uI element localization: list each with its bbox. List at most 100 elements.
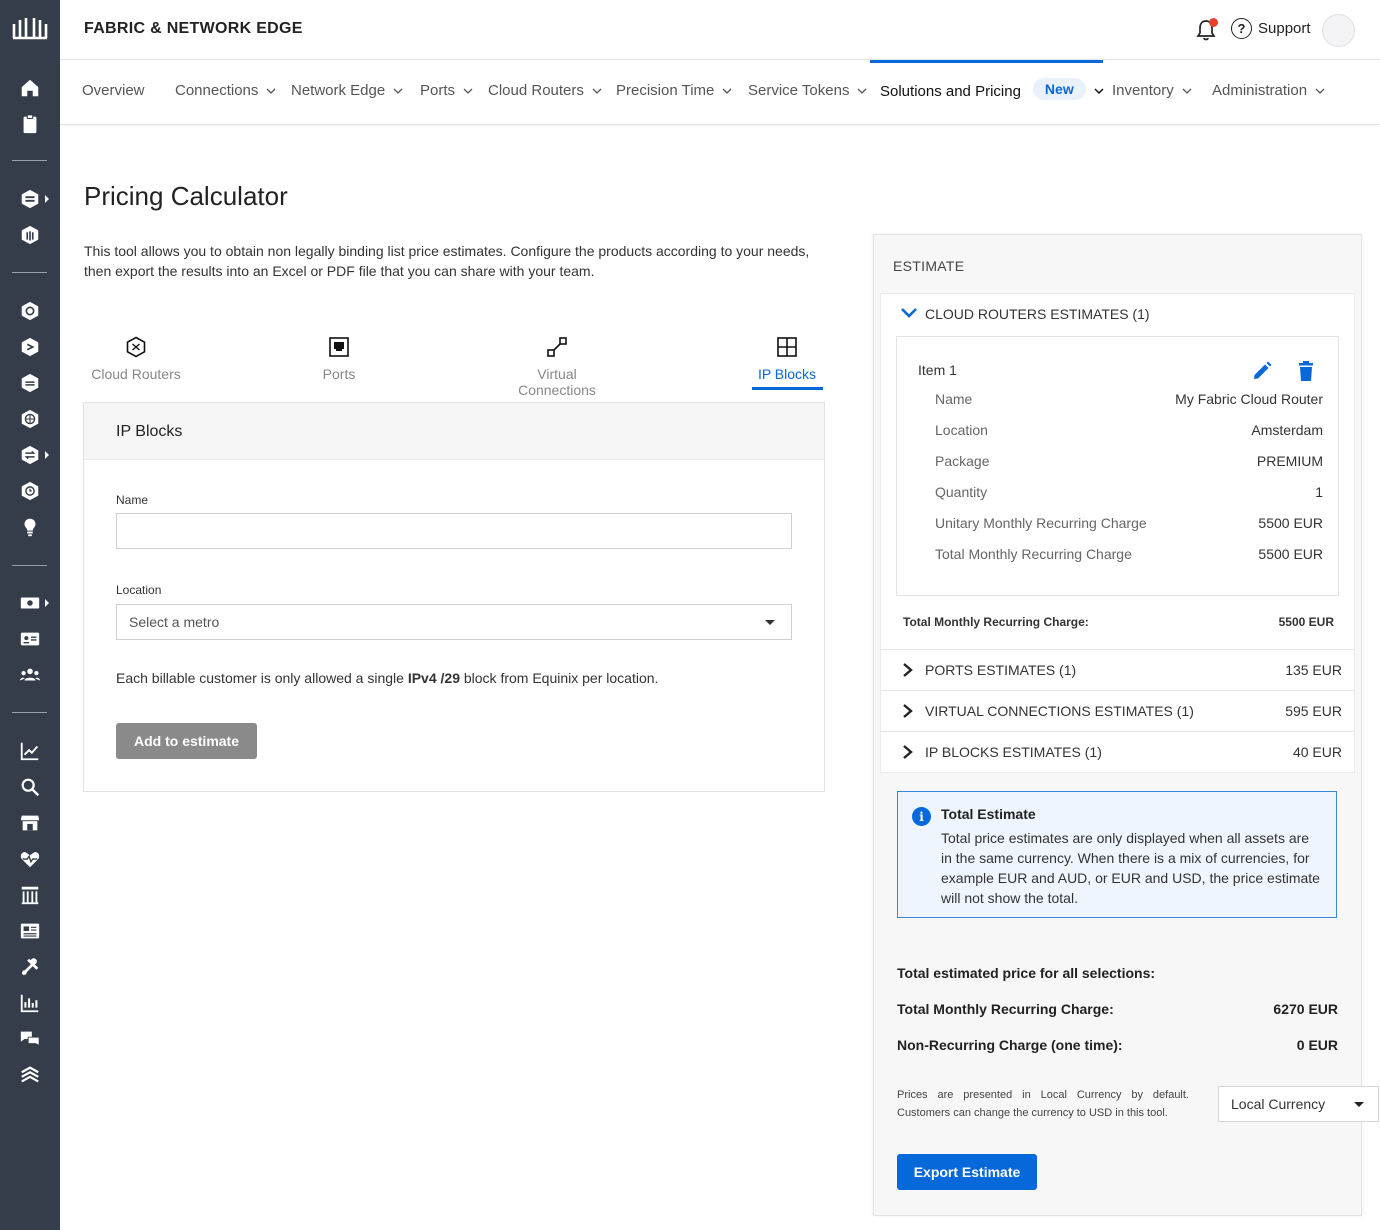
cloud-router-nav-icon[interactable] [18, 299, 42, 323]
estimate-panel: ESTIMATE CLOUD ROUTERS ESTIMATES (1) Ite… [873, 234, 1379, 1216]
estimate-list: CLOUD ROUTERS ESTIMATES (1) Item 1 Name M… [880, 293, 1355, 773]
home-icon[interactable] [18, 76, 42, 100]
chevron-down-icon [1094, 88, 1104, 95]
app-title: FABRIC & NETWORK EDGE [84, 20, 303, 37]
store-icon[interactable] [18, 811, 42, 835]
top-header: FABRIC & NETWORK EDGE ? Support [60, 0, 1380, 60]
chevron-down-icon [1182, 88, 1192, 94]
nav-administration[interactable]: Administration [1212, 82, 1325, 99]
trash-icon[interactable] [1296, 360, 1316, 382]
chevron-down-icon [393, 88, 403, 94]
ip-blocks-form: IP Blocks Name Location Select a metro E… [83, 402, 825, 792]
item-title: Item 1 [918, 362, 957, 378]
nav-ports[interactable]: Ports [420, 82, 473, 99]
nav-connections[interactable]: Connections [175, 82, 276, 99]
chevron-right-icon [903, 663, 913, 677]
notification-bell-icon[interactable] [1196, 18, 1218, 41]
chat-icon[interactable] [18, 1027, 42, 1051]
currency-note: Prices are presented in Local Currency b… [897, 1089, 1189, 1119]
support-label: Support [1258, 20, 1311, 37]
totals-heading: Total estimated price for all selections… [897, 965, 1156, 981]
add-to-estimate-button[interactable]: Add to estimate [116, 723, 257, 759]
tab-cloud-routers[interactable]: Cloud Routers [81, 336, 191, 382]
globe-icon[interactable] [18, 407, 42, 431]
tab-virtual-connections[interactable]: Virtual Connections [502, 336, 612, 398]
nav-service-tokens[interactable]: Service Tokens [748, 82, 867, 99]
id-card-icon[interactable] [18, 627, 42, 651]
fabric-icon[interactable] [18, 187, 49, 211]
equinix-logo-icon[interactable] [11, 16, 49, 42]
nav-network-edge[interactable]: Network Edge [291, 82, 403, 99]
nav-inventory[interactable]: Inventory [1112, 82, 1192, 99]
cloud-routers-subtotal: Total Monthly Recurring Charge: 5500 EUR [903, 615, 1334, 629]
health-icon[interactable] [18, 847, 42, 871]
lightbulb-icon[interactable] [18, 515, 42, 539]
main-nav: Overview Connections Network Edge Ports … [60, 60, 1380, 125]
total-nrc-line: Non-Recurring Charge (one time): 0 EUR [897, 1037, 1338, 1053]
chart-line-icon[interactable] [18, 739, 42, 763]
chevron-down-icon [266, 88, 276, 94]
ip-block-rule-text: Each billable customer is only allowed a… [116, 670, 659, 686]
virtual-connections-estimates-row[interactable]: VIRTUAL CONNECTIONS ESTIMATES (1) 595 EU… [881, 690, 1354, 731]
page-intro: This tool allows you to obtain non legal… [84, 243, 810, 279]
tab-ports[interactable]: Ports [284, 336, 394, 382]
tab-ip-blocks[interactable]: IP Blocks [732, 336, 842, 382]
total-estimate-info: i Total Estimate Total price estimates a… [897, 791, 1337, 918]
connections-nav-icon[interactable] [18, 335, 42, 359]
support-link[interactable]: ? Support [1231, 18, 1311, 39]
item-field-total-mrc: Total Monthly Recurring Charge 5500 EUR [935, 546, 1323, 562]
left-rail [0, 0, 60, 1230]
edit-pencil-icon[interactable] [1251, 360, 1273, 382]
help-icon: ? [1231, 18, 1252, 39]
location-label: Location [116, 583, 162, 597]
caret-down-icon [765, 620, 775, 625]
billing-icon[interactable] [18, 591, 49, 615]
ip-blocks-icon [777, 337, 797, 357]
info-body: Total price estimates are only displayed… [941, 830, 1320, 906]
total-mrc-line: Total Monthly Recurring Charge: 6270 EUR [897, 1001, 1338, 1017]
nav-precision-time[interactable]: Precision Time [616, 82, 732, 99]
item-field-quantity: Quantity 1 [935, 484, 1323, 500]
chevron-down-icon [463, 88, 473, 94]
avatar[interactable] [1322, 14, 1355, 47]
info-title: Total Estimate [941, 806, 1036, 822]
search-icon[interactable] [18, 775, 42, 799]
clock-icon[interactable] [18, 479, 42, 503]
chevron-down-icon [722, 88, 732, 94]
chevron-right-icon [903, 704, 913, 718]
form-heading: IP Blocks [84, 403, 824, 460]
bar-chart-icon[interactable] [18, 991, 42, 1015]
caret-down-icon [1354, 1102, 1364, 1107]
tools-icon[interactable] [18, 955, 42, 979]
page-title: Pricing Calculator [84, 181, 288, 211]
export-estimate-button[interactable]: Export Estimate [897, 1154, 1037, 1190]
virtual-connection-icon [547, 337, 567, 357]
currency-selected-value: Local Currency [1231, 1096, 1326, 1112]
estimate-item-card: Item 1 Name My Fabric Cloud Router Locati… [896, 336, 1339, 596]
name-input[interactable] [116, 513, 792, 549]
users-icon[interactable] [18, 663, 42, 687]
nav-overview[interactable]: Overview [82, 82, 145, 99]
chevron-down-icon [857, 88, 867, 94]
chevron-down-icon [1315, 88, 1325, 94]
ip-blocks-estimates-row[interactable]: IP BLOCKS ESTIMATES (1) 40 EUR [881, 731, 1354, 772]
nav-solutions-and-pricing[interactable]: Solutions and Pricing New [880, 78, 1104, 100]
new-badge: New [1032, 78, 1086, 100]
chevron-right-icon [903, 745, 913, 759]
nav-active-indicator [870, 60, 1103, 63]
location-select[interactable]: Select a metro [116, 604, 792, 640]
columns-icon[interactable] [18, 883, 42, 907]
ports-nav-icon[interactable] [18, 371, 42, 395]
news-icon[interactable] [18, 919, 42, 943]
item-field-unitary-mrc: Unitary Monthly Recurring Charge 5500 EUR [935, 515, 1323, 531]
ports-estimates-row[interactable]: PORTS ESTIMATES (1) 135 EUR [881, 649, 1354, 690]
tab-active-underline [752, 387, 823, 390]
currency-select[interactable]: Local Currency [1218, 1086, 1379, 1122]
cloud-routers-estimates-header[interactable]: CLOUD ROUTERS ESTIMATES (1) [881, 294, 1354, 336]
clipboard-icon[interactable] [18, 112, 42, 136]
layers-icon[interactable] [18, 1063, 42, 1087]
chevron-down-icon [901, 308, 917, 318]
nav-cloud-routers[interactable]: Cloud Routers [488, 82, 602, 99]
exchange-icon[interactable] [18, 443, 49, 467]
network-edge-icon[interactable] [18, 223, 42, 247]
